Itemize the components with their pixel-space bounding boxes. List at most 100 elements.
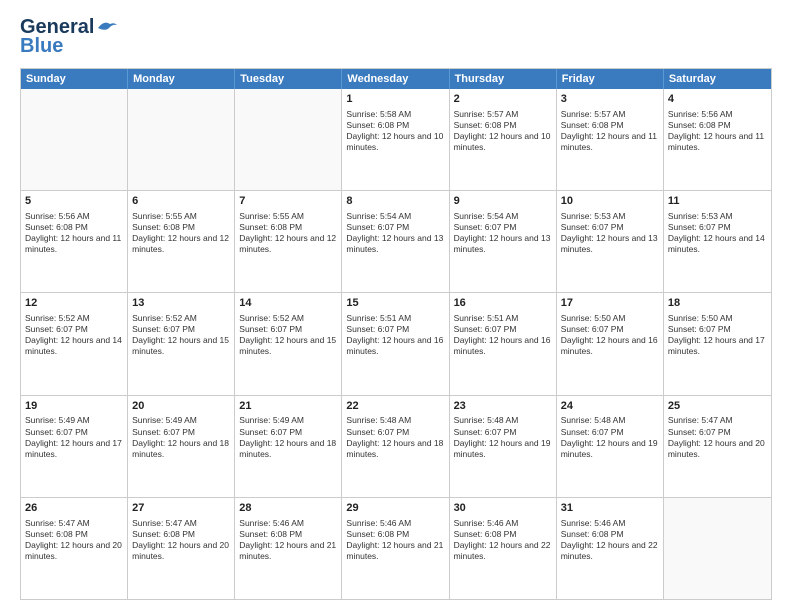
calendar-row-5: 26 Sunrise: 5:47 AM Sunset: 6:08 PM Dayli… [21,498,771,599]
weekday-header-thursday: Thursday [450,69,557,89]
day-number: 30 [454,501,552,516]
calendar-day-29: 29 Sunrise: 5:46 AM Sunset: 6:08 PM Dayli… [342,498,449,599]
calendar-day-1: 1 Sunrise: 5:58 AM Sunset: 6:08 PM Daylig… [342,89,449,190]
calendar-empty-cell [21,89,128,190]
calendar-day-26: 26 Sunrise: 5:47 AM Sunset: 6:08 PM Dayli… [21,498,128,599]
day-info: Sunrise: 5:47 AM Sunset: 6:08 PM Dayligh… [25,518,123,562]
calendar-day-6: 6 Sunrise: 5:55 AM Sunset: 6:08 PM Daylig… [128,191,235,292]
day-info: Sunrise: 5:48 AM Sunset: 6:07 PM Dayligh… [561,415,659,459]
calendar-day-8: 8 Sunrise: 5:54 AM Sunset: 6:07 PM Daylig… [342,191,449,292]
calendar-header: SundayMondayTuesdayWednesdayThursdayFrid… [21,69,771,89]
calendar-day-27: 27 Sunrise: 5:47 AM Sunset: 6:08 PM Dayli… [128,498,235,599]
day-number: 2 [454,92,552,107]
calendar-row-2: 5 Sunrise: 5:56 AM Sunset: 6:08 PM Daylig… [21,191,771,293]
day-number: 12 [25,296,123,311]
day-info: Sunrise: 5:58 AM Sunset: 6:08 PM Dayligh… [346,109,444,153]
day-info: Sunrise: 5:49 AM Sunset: 6:07 PM Dayligh… [25,415,123,459]
day-number: 22 [346,399,444,414]
day-number: 25 [668,399,767,414]
day-number: 31 [561,501,659,516]
calendar-day-30: 30Sunrise: 5:46 AM Sunset: 6:08 PM Dayli… [450,498,557,599]
day-info: Sunrise: 5:49 AM Sunset: 6:07 PM Dayligh… [132,415,230,459]
day-info: Sunrise: 5:48 AM Sunset: 6:07 PM Dayligh… [454,415,552,459]
day-info: Sunrise: 5:53 AM Sunset: 6:07 PM Dayligh… [561,211,659,255]
day-number: 27 [132,501,230,516]
day-number: 9 [454,194,552,209]
calendar-day-9: 9 Sunrise: 5:54 AM Sunset: 6:07 PM Daylig… [450,191,557,292]
weekday-header-sunday: Sunday [21,69,128,89]
day-info: Sunrise: 5:54 AM Sunset: 6:07 PM Dayligh… [454,211,552,255]
calendar-body: 1 Sunrise: 5:58 AM Sunset: 6:08 PM Daylig… [21,89,771,599]
weekday-header-saturday: Saturday [664,69,771,89]
day-info: Sunrise: 5:55 AM Sunset: 6:08 PM Dayligh… [132,211,230,255]
day-number: 18 [668,296,767,311]
day-info: Sunrise: 5:52 AM Sunset: 6:07 PM Dayligh… [132,313,230,357]
day-info: Sunrise: 5:52 AM Sunset: 6:07 PM Dayligh… [239,313,337,357]
calendar-day-31: 31Sunrise: 5:46 AM Sunset: 6:08 PM Dayli… [557,498,664,599]
day-info: Sunrise: 5:56 AM Sunset: 6:08 PM Dayligh… [668,109,767,153]
calendar-day-24: 24Sunrise: 5:48 AM Sunset: 6:07 PM Dayli… [557,396,664,497]
weekday-header-tuesday: Tuesday [235,69,342,89]
header: General Blue [20,16,772,58]
day-info: Sunrise: 5:51 AM Sunset: 6:07 PM Dayligh… [346,313,444,357]
day-info: Sunrise: 5:52 AM Sunset: 6:07 PM Dayligh… [25,313,123,357]
calendar-day-12: 12 Sunrise: 5:52 AM Sunset: 6:07 PM Dayli… [21,293,128,394]
calendar-day-22: 22Sunrise: 5:48 AM Sunset: 6:07 PM Dayli… [342,396,449,497]
calendar-day-18: 18Sunrise: 5:50 AM Sunset: 6:07 PM Dayli… [664,293,771,394]
weekday-header-monday: Monday [128,69,235,89]
day-number: 7 [239,194,337,209]
day-number: 3 [561,92,659,107]
calendar-day-25: 25Sunrise: 5:47 AM Sunset: 6:07 PM Dayli… [664,396,771,497]
day-number: 15 [346,296,444,311]
logo-bird-icon [96,20,118,36]
calendar-day-23: 23Sunrise: 5:48 AM Sunset: 6:07 PM Dayli… [450,396,557,497]
day-info: Sunrise: 5:56 AM Sunset: 6:08 PM Dayligh… [25,211,123,255]
calendar-empty-cell [128,89,235,190]
calendar-day-16: 16Sunrise: 5:51 AM Sunset: 6:07 PM Dayli… [450,293,557,394]
calendar: SundayMondayTuesdayWednesdayThursdayFrid… [20,68,772,600]
day-info: Sunrise: 5:50 AM Sunset: 6:07 PM Dayligh… [561,313,659,357]
calendar-row-1: 1 Sunrise: 5:58 AM Sunset: 6:08 PM Daylig… [21,89,771,191]
day-info: Sunrise: 5:54 AM Sunset: 6:07 PM Dayligh… [346,211,444,255]
day-info: Sunrise: 5:46 AM Sunset: 6:08 PM Dayligh… [239,518,337,562]
calendar-day-14: 14 Sunrise: 5:52 AM Sunset: 6:07 PM Dayli… [235,293,342,394]
calendar-day-5: 5 Sunrise: 5:56 AM Sunset: 6:08 PM Daylig… [21,191,128,292]
day-number: 28 [239,501,337,516]
day-number: 5 [25,194,123,209]
day-number: 11 [668,194,767,209]
day-info: Sunrise: 5:57 AM Sunset: 6:08 PM Dayligh… [561,109,659,153]
day-number: 23 [454,399,552,414]
calendar-row-4: 19Sunrise: 5:49 AM Sunset: 6:07 PM Dayli… [21,396,771,498]
calendar-empty-cell [664,498,771,599]
day-number: 8 [346,194,444,209]
calendar-day-7: 7Sunrise: 5:55 AM Sunset: 6:08 PM Daylig… [235,191,342,292]
calendar-day-15: 15 Sunrise: 5:51 AM Sunset: 6:07 PM Dayli… [342,293,449,394]
logo-blue: Blue [20,35,63,58]
day-number: 1 [346,92,444,107]
day-number: 26 [25,501,123,516]
calendar-day-11: 11 Sunrise: 5:53 AM Sunset: 6:07 PM Dayli… [664,191,771,292]
day-number: 19 [25,399,123,414]
day-info: Sunrise: 5:46 AM Sunset: 6:08 PM Dayligh… [346,518,444,562]
calendar-day-2: 2 Sunrise: 5:57 AM Sunset: 6:08 PM Daylig… [450,89,557,190]
calendar-day-4: 4Sunrise: 5:56 AM Sunset: 6:08 PM Daylig… [664,89,771,190]
calendar-day-20: 20Sunrise: 5:49 AM Sunset: 6:07 PM Dayli… [128,396,235,497]
day-number: 6 [132,194,230,209]
day-number: 29 [346,501,444,516]
day-info: Sunrise: 5:53 AM Sunset: 6:07 PM Dayligh… [668,211,767,255]
calendar-empty-cell [235,89,342,190]
calendar-row-3: 12 Sunrise: 5:52 AM Sunset: 6:07 PM Dayli… [21,293,771,395]
day-number: 21 [239,399,337,414]
day-number: 14 [239,296,337,311]
day-number: 24 [561,399,659,414]
calendar-day-19: 19Sunrise: 5:49 AM Sunset: 6:07 PM Dayli… [21,396,128,497]
day-number: 13 [132,296,230,311]
calendar-day-10: 10Sunrise: 5:53 AM Sunset: 6:07 PM Dayli… [557,191,664,292]
day-info: Sunrise: 5:49 AM Sunset: 6:07 PM Dayligh… [239,415,337,459]
day-number: 20 [132,399,230,414]
day-info: Sunrise: 5:57 AM Sunset: 6:08 PM Dayligh… [454,109,552,153]
day-info: Sunrise: 5:47 AM Sunset: 6:08 PM Dayligh… [132,518,230,562]
weekday-header-friday: Friday [557,69,664,89]
calendar-day-3: 3 Sunrise: 5:57 AM Sunset: 6:08 PM Daylig… [557,89,664,190]
day-info: Sunrise: 5:51 AM Sunset: 6:07 PM Dayligh… [454,313,552,357]
